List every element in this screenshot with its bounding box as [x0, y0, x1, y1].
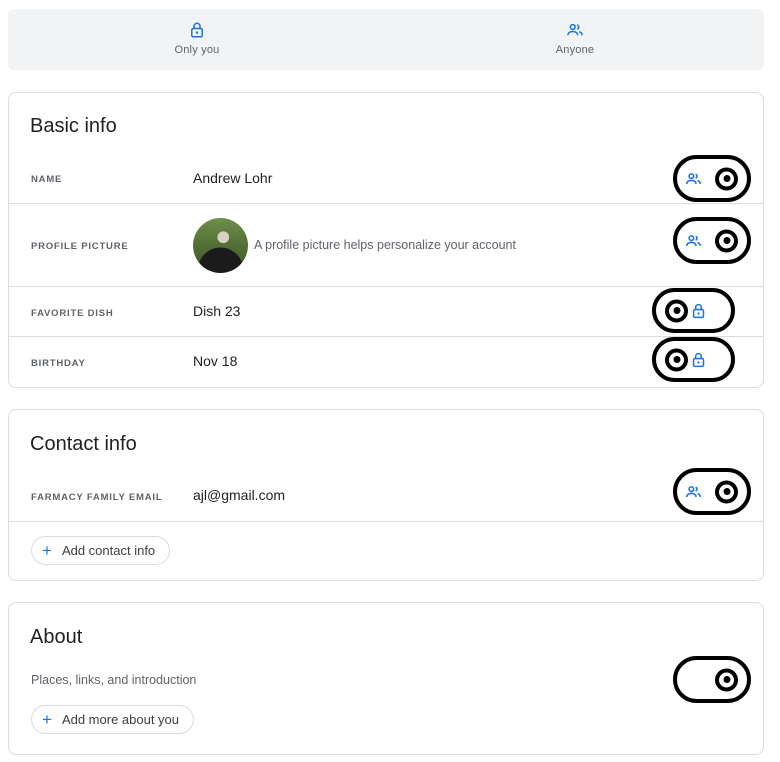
about-description: Places, links, and introduction [31, 673, 197, 687]
avatar[interactable] [193, 218, 248, 273]
plus-icon: + [42, 541, 52, 560]
section-title: Basic info [30, 115, 117, 137]
button-label: Add more about you [61, 712, 180, 727]
birthday-value: Nov 18 [193, 353, 238, 369]
profile-picture-row[interactable]: PROFILE PICTURE A profile picture helps … [9, 204, 763, 287]
people-icon [567, 23, 583, 36]
toggle-knob [715, 480, 738, 503]
button-label: Add contact info [61, 543, 156, 558]
email-value: ajl@gmail.com [193, 487, 286, 503]
legend-anyone: Anyone [386, 9, 764, 70]
people-icon [685, 485, 702, 497]
visibility-toggle[interactable] [673, 155, 751, 202]
row-label: PROFILE PICTURE [31, 241, 129, 252]
legend-label: Anyone [555, 44, 595, 56]
toggle-knob [715, 167, 738, 190]
lock-icon [191, 22, 203, 38]
visibility-toggle[interactable] [652, 288, 735, 333]
profile-picture-hint: A profile picture helps personalize your… [254, 238, 516, 252]
visibility-toggle[interactable] [673, 217, 751, 264]
plus-icon: + [42, 710, 52, 729]
lock-icon [692, 303, 705, 318]
row-label: NAME [31, 174, 63, 185]
row-label: FAVORITE DISH [31, 308, 114, 319]
visibility-toggle[interactable] [673, 468, 751, 515]
add-contact-info-button[interactable]: + Add contact info [31, 536, 171, 565]
about-card: About Places, links, and introduction + … [8, 602, 764, 755]
toggle-knob [715, 668, 738, 691]
toggle-knob [665, 299, 688, 322]
lock-icon [692, 352, 705, 367]
people-icon [685, 234, 702, 246]
people-icon [685, 172, 702, 184]
visibility-toggle[interactable] [673, 656, 751, 703]
contact-info-card: Contact info FARMACY FAMILY EMAIL ajl@gm… [8, 409, 764, 581]
legend-only-you: Only you [8, 9, 386, 70]
birthday-row[interactable]: BIRTHDAY Nov 18 [9, 337, 763, 387]
toggle-knob [715, 229, 738, 252]
basic-info-card: Basic info NAME Andrew Lohr PROFILE PICT… [8, 92, 764, 388]
section-title: About [30, 626, 83, 648]
row-label: BIRTHDAY [31, 358, 86, 369]
name-value: Andrew Lohr [193, 170, 273, 186]
visibility-toggle[interactable] [652, 337, 735, 382]
favorite-dish-row[interactable]: FAVORITE DISH Dish 23 [9, 287, 763, 337]
row-label: FARMACY FAMILY EMAIL [31, 492, 163, 503]
toggle-knob [665, 348, 688, 371]
email-row[interactable]: FARMACY FAMILY EMAIL ajl@gmail.com [9, 468, 763, 522]
favorite-dish-value: Dish 23 [193, 303, 241, 319]
section-title: Contact info [30, 433, 137, 455]
name-row[interactable]: NAME Andrew Lohr [9, 153, 763, 204]
add-more-about-you-button[interactable]: + Add more about you [31, 705, 195, 734]
legend-label: Only you [174, 44, 220, 56]
visibility-legend: Only you Anyone [8, 9, 764, 70]
